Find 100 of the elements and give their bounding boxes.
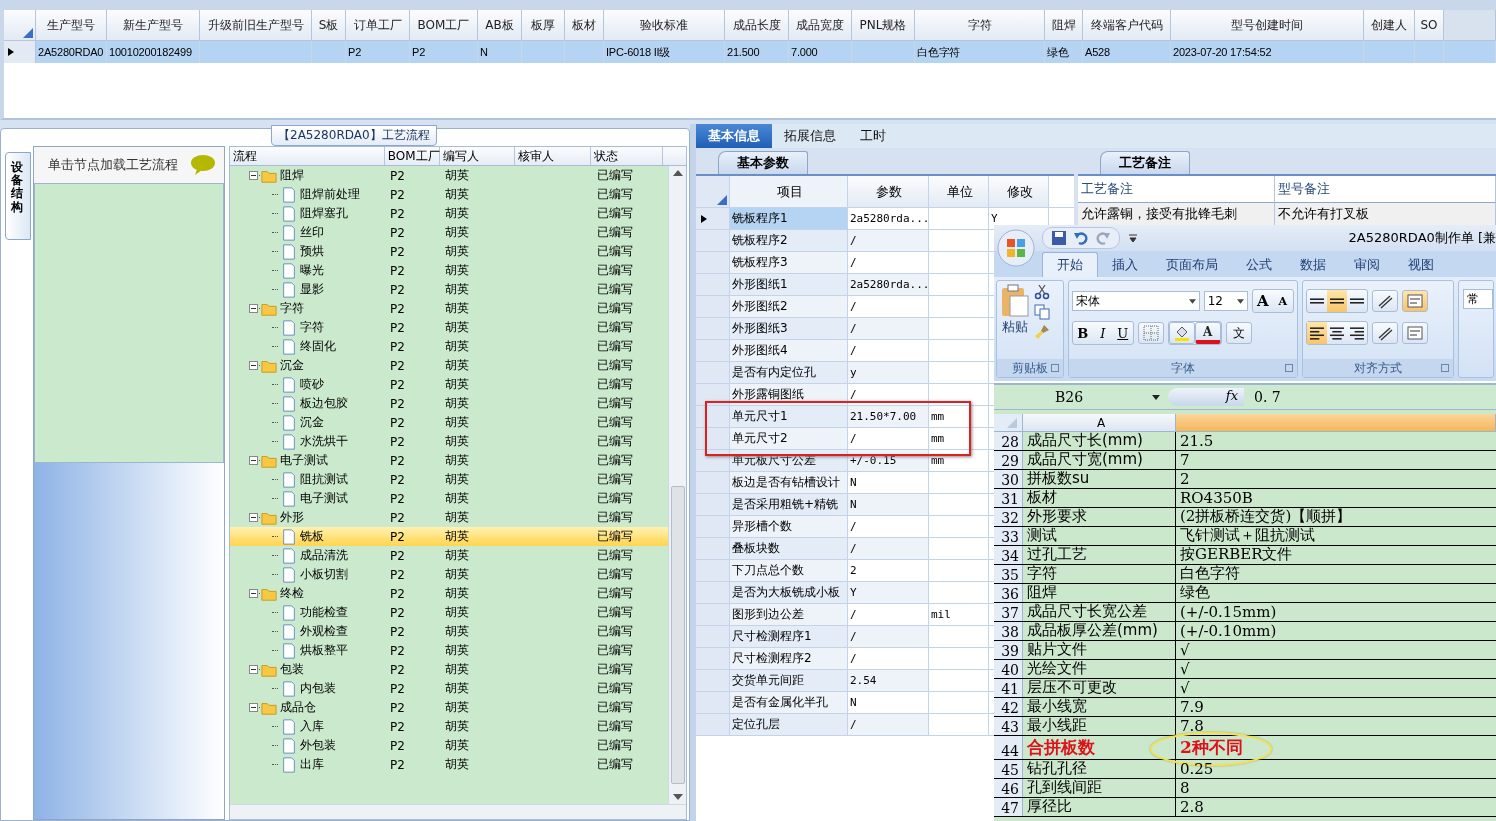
collapse-icon[interactable] [249,665,258,674]
scroll-down-icon[interactable] [672,794,683,800]
fill-color-button[interactable] [1168,322,1195,344]
collapse-icon[interactable] [249,304,258,313]
tree-row[interactable]: 字符 P2 胡英 已编写 [230,299,668,318]
tree-row[interactable]: 外观检查 P2 胡英 已编写 [230,622,668,641]
tree-row[interactable]: 功能检查 P2 胡英 已编写 [230,603,668,622]
ribbon-tab[interactable]: 审阅 [1340,253,1394,277]
tree-row[interactable]: 阻焊前处理 P2 胡英 已编写 [230,185,668,204]
dropdown-caret-icon[interactable] [1152,394,1160,400]
format-button[interactable]: U [1112,322,1133,344]
tree-row[interactable]: 喷砂 P2 胡英 已编写 [230,375,668,394]
scrollbar[interactable] [668,166,686,804]
collapse-icon[interactable] [249,513,258,522]
align-button[interactable] [1306,322,1327,344]
column-header[interactable]: 修改 [989,176,1049,207]
align-button[interactable] [1326,290,1347,312]
tree-row[interactable]: 内包装 P2 胡英 已编写 [230,679,668,698]
scissors-icon[interactable] [1034,284,1050,300]
tree-row[interactable]: 铣板 P2 胡英 已编写 [230,527,668,546]
column-header[interactable]: 状态 [590,147,663,165]
column-header[interactable]: 流程 [230,147,385,165]
column-header[interactable]: 成品宽度 [789,10,852,41]
tree-row[interactable]: 阻焊 P2 胡英 已编写 [230,166,668,185]
ribbon-tab[interactable]: 公式 [1232,253,1286,277]
column-header[interactable]: BOM工厂 [410,10,478,41]
select-all-header[interactable] [4,10,36,41]
column-header[interactable]: 项目 [730,176,848,207]
save-icon[interactable] [1051,230,1067,246]
column-header[interactable]: AB板 [478,10,522,41]
ribbon-tab[interactable]: 插入 [1098,253,1152,277]
column-header[interactable]: 验收标准 [604,10,725,41]
side-tab[interactable]: 设备结构 [5,152,31,240]
tree-row[interactable]: 字符 P2 胡英 已编写 [230,318,668,337]
tree-row[interactable]: 烘板整平 P2 胡英 已编写 [230,641,668,660]
column-header[interactable]: 板材 [565,10,604,41]
tree-row[interactable]: 外形 P2 胡英 已编写 [230,508,668,527]
font-field[interactable]: 宋体 [1071,291,1200,311]
ribbon-tab[interactable]: 页面布局 [1152,253,1232,277]
phonetic-button[interactable]: 文 [1225,322,1252,344]
format-button[interactable]: I [1092,322,1113,344]
row-header[interactable] [4,41,36,63]
horizontal-scrollbar[interactable] [230,804,686,819]
tree-row[interactable]: 包装 P2 胡英 已编写 [230,660,668,679]
tree-row[interactable]: 水洗烘干 P2 胡英 已编写 [230,432,668,451]
ribbon-tab[interactable]: 开始 [1042,252,1098,277]
dialog-launcher-icon[interactable] [1441,364,1449,372]
column-header[interactable]: 单位 [929,176,989,207]
tree-row[interactable]: 终固化 P2 胡英 已编写 [230,337,668,356]
brush-icon[interactable] [1034,324,1050,340]
font-size-field[interactable]: 12 [1203,291,1248,311]
insert-function-button[interactable]: fx [1168,388,1244,406]
indent-button[interactable] [1371,322,1398,344]
column-header[interactable]: A [1023,414,1176,431]
column-header[interactable]: 型号创建时间 [1171,10,1364,41]
tree-row[interactable]: 小板切割 P2 胡英 已编写 [230,565,668,584]
scroll-up-icon[interactable] [672,170,683,176]
tree-row[interactable]: 沉金 P2 胡英 已编写 [230,413,668,432]
column-header[interactable]: 板厚 [522,10,565,41]
customize-caret-icon[interactable] [1128,233,1138,243]
grow-font-button[interactable]: A [1252,290,1273,312]
tree-row[interactable]: 电子测试 P2 胡英 已编写 [230,489,668,508]
column-header[interactable]: 核审人 [515,147,591,165]
dialog-launcher-icon[interactable] [1284,364,1293,372]
font-color-button[interactable]: A [1194,322,1221,344]
tree-row[interactable]: 板边包胶 P2 胡英 已编写 [230,394,668,413]
tree-row[interactable]: 终检 P2 胡英 已编写 [230,584,668,603]
tab[interactable]: 工艺备注 [1100,151,1190,174]
tree-row[interactable]: 曝光 P2 胡英 已编写 [230,261,668,280]
column-header[interactable]: 升级前旧生产型号 [200,10,312,41]
collapse-icon[interactable] [249,456,258,465]
collapse-icon[interactable] [249,171,258,180]
tab[interactable]: 基本参数 [718,151,808,174]
dialog-launcher-icon[interactable] [1050,364,1059,372]
column-header[interactable]: 参数 [848,176,929,207]
tab[interactable]: 基本信息 [696,124,772,148]
copy-icon[interactable] [1034,304,1050,320]
tree-row[interactable]: 电子测试 P2 胡英 已编写 [230,451,668,470]
collapse-icon[interactable] [249,589,258,598]
column-header[interactable]: BOM工厂 [384,147,440,165]
number-format-field[interactable]: 常 [1463,289,1493,309]
column-header[interactable]: 终端客户代码 [1083,10,1171,41]
column-header[interactable]: 成品长度 [725,10,789,41]
paste-button[interactable]: 粘贴 [1000,284,1030,356]
tree-row[interactable]: 阻焊塞孔 P2 胡英 已编写 [230,204,668,223]
column-header[interactable]: 阻焊 [1045,10,1083,41]
column-header[interactable]: PNL规格 [852,10,915,41]
shrink-font-button[interactable]: A [1272,290,1293,312]
tab[interactable]: 拓展信息 [772,124,848,148]
tree-row[interactable]: 阻抗测试 P2 胡英 已编写 [230,470,668,489]
tree-row[interactable]: 显影 P2 胡英 已编写 [230,280,668,299]
collapse-icon[interactable] [249,703,258,712]
column-header[interactable]: 新生产型号 [107,10,200,41]
tree-row[interactable]: 沉金 P2 胡英 已编写 [230,356,668,375]
column-header[interactable]: 创建人 [1364,10,1415,41]
column-header[interactable]: 字符 [915,10,1045,41]
redo-icon[interactable] [1095,230,1111,246]
ribbon-tab[interactable]: 数据 [1286,253,1340,277]
name-box[interactable]: B26 [994,389,1144,405]
tree-row[interactable]: 丝印 P2 胡英 已编写 [230,223,668,242]
